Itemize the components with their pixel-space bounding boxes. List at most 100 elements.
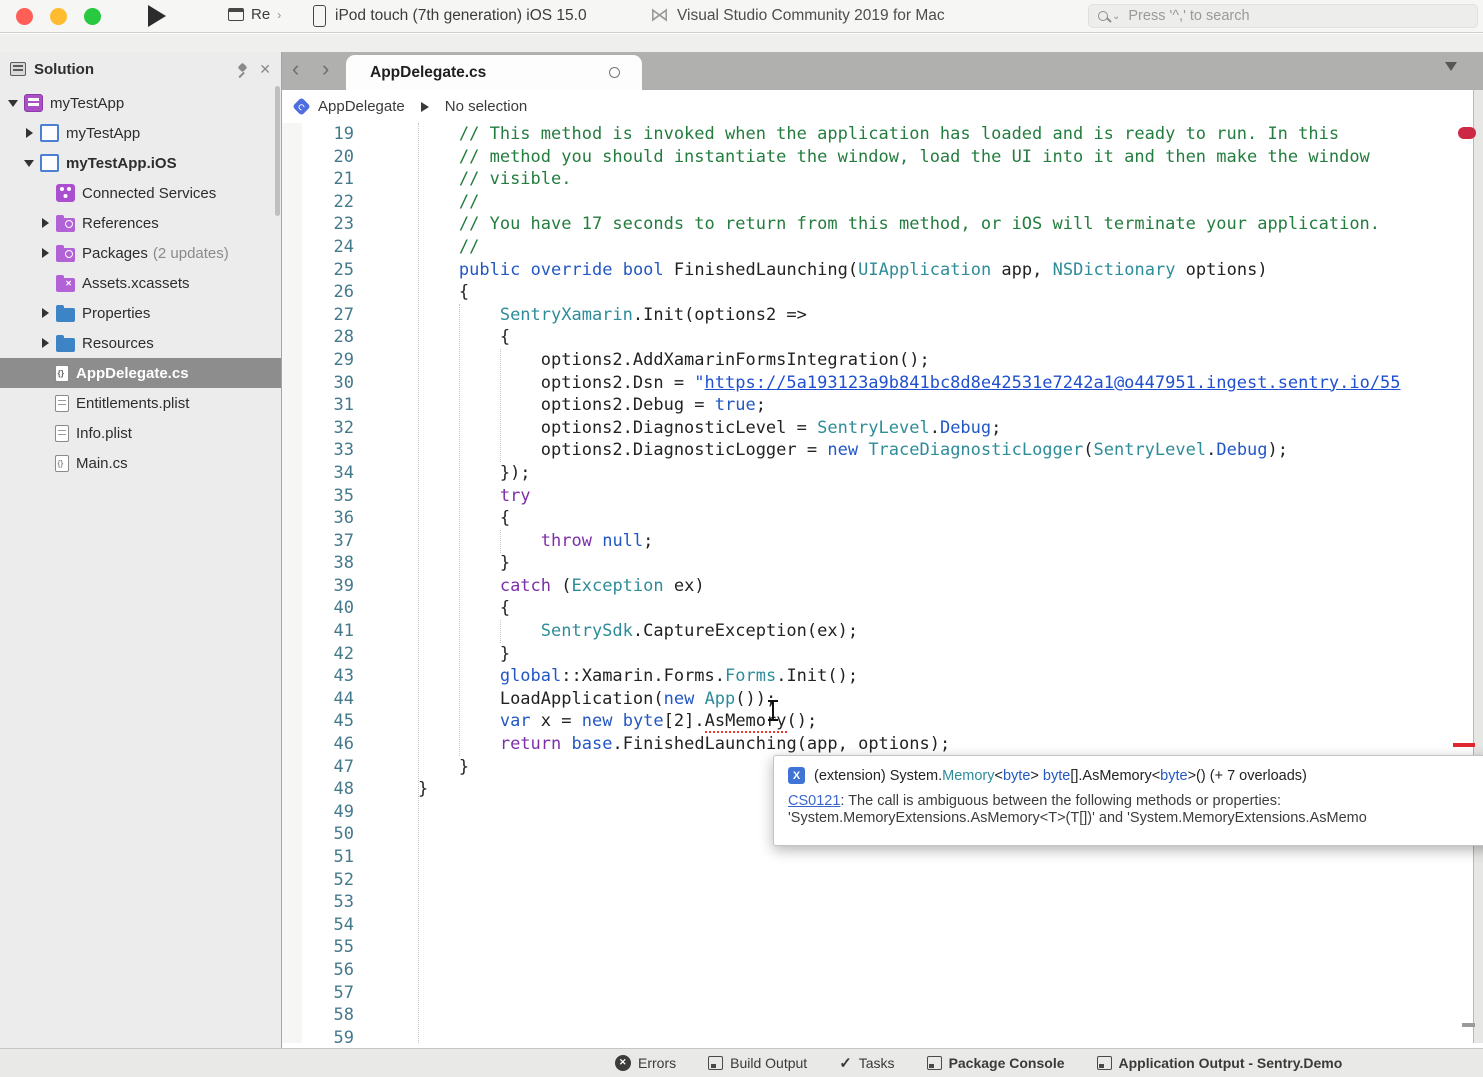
editor-scrollbar[interactable] — [1473, 90, 1483, 1043]
error-indicator-icon[interactable] — [1458, 127, 1476, 139]
breadcrumb-selection[interactable]: No selection — [445, 98, 528, 115]
code-text: try — [377, 485, 531, 508]
configuration-label: Re — [251, 6, 270, 23]
code-line[interactable]: 25 public override bool FinishedLaunchin… — [282, 259, 1483, 282]
code-line[interactable]: 51 — [282, 846, 1483, 869]
sidebar-item-packages[interactable]: Packages(2 updates) — [0, 238, 281, 268]
disclosure-down-icon[interactable] — [22, 160, 36, 167]
folder-icon — [56, 338, 75, 352]
tab-appdelegate[interactable]: AppDelegate.cs — [346, 55, 642, 90]
scrollbar-caret-marker — [1462, 1023, 1475, 1027]
sidebar-item-mytestapp-ios[interactable]: myTestApp.iOS — [0, 148, 281, 178]
sidebar-item-properties[interactable]: Properties — [0, 298, 281, 328]
sidebar-item-suffix: (2 updates) — [153, 245, 229, 262]
sidebar-item-mytestapp[interactable]: myTestApp — [0, 88, 281, 118]
code-line[interactable]: 57 — [282, 982, 1483, 1005]
line-number: 19 — [302, 123, 354, 146]
code-line[interactable]: 21 // visible. — [282, 168, 1483, 191]
code-text: // visible. — [377, 168, 571, 191]
disclosure-right-icon[interactable] — [22, 128, 36, 138]
sidebar-item-main-cs[interactable]: Main.cs — [0, 448, 281, 478]
code-line[interactable]: 59 — [282, 1027, 1483, 1043]
code-line[interactable]: 36 { — [282, 507, 1483, 530]
code-line[interactable]: 30 options2.Dsn = "https://5a193123a9b84… — [282, 372, 1483, 395]
code-line[interactable]: 40 { — [282, 597, 1483, 620]
line-number: 29 — [302, 349, 354, 372]
code-line[interactable]: 31 options2.Debug = true; — [282, 394, 1483, 417]
statusbar-item-application-output-sentry-demo[interactable]: Application Output - Sentry.Demo — [1097, 1055, 1343, 1071]
code-line[interactable]: 46 return base.FinishedLaunching(app, op… — [282, 733, 1483, 756]
assets-folder-icon — [56, 278, 75, 292]
navigate-forward-button[interactable]: › — [322, 56, 329, 82]
sidebar-item-resources[interactable]: Resources — [0, 328, 281, 358]
code-line[interactable]: 38 } — [282, 552, 1483, 575]
run-button[interactable] — [148, 5, 166, 27]
disclosure-right-icon[interactable] — [38, 308, 52, 318]
code-line[interactable]: 33 options2.DiagnosticLogger = new Trace… — [282, 439, 1483, 462]
code-line[interactable]: 54 — [282, 914, 1483, 937]
statusbar-item-tasks[interactable]: ✓Tasks — [839, 1054, 894, 1072]
code-line[interactable]: 45 var x = new byte[2].AsMemory(); — [282, 710, 1483, 733]
pin-icon[interactable] — [237, 62, 251, 76]
configuration-selector[interactable]: Re › — [228, 6, 281, 23]
scrollbar-error-marker[interactable] — [1453, 743, 1475, 747]
minimize-window-button[interactable] — [50, 8, 67, 25]
code-line[interactable]: 39 catch (Exception ex) — [282, 575, 1483, 598]
code-line[interactable]: 37 throw null; — [282, 530, 1483, 553]
navigate-back-button[interactable]: ‹ — [292, 56, 299, 82]
sidebar-item-label: AppDelegate.cs — [76, 365, 189, 382]
device-selector[interactable]: iPod touch (7th generation) iOS 15.0 — [313, 4, 587, 27]
code-line[interactable]: 27 SentryXamarin.Init(options2 => — [282, 304, 1483, 327]
code-line[interactable]: 35 try — [282, 485, 1483, 508]
disclosure-right-icon[interactable] — [38, 248, 52, 258]
sidebar-item-connected-services[interactable]: Connected Services — [0, 178, 281, 208]
statusbar-item-label: Tasks — [859, 1055, 895, 1071]
code-line[interactable]: 34 }); — [282, 462, 1483, 485]
search-input[interactable]: ⌄ Press '^,' to search — [1088, 4, 1478, 28]
statusbar-item-package-console[interactable]: Package Console — [927, 1055, 1065, 1071]
search-placeholder: Press '^,' to search — [1128, 8, 1249, 24]
error-code-link[interactable]: CS0121 — [788, 793, 840, 809]
sidebar-item-entitlements-plist[interactable]: Entitlements.plist — [0, 388, 281, 418]
sidebar-item-appdelegate-cs[interactable]: AppDelegate.cs — [0, 358, 281, 388]
disclosure-right-icon[interactable] — [38, 338, 52, 348]
code-line[interactable]: 42 } — [282, 643, 1483, 666]
code-line[interactable]: 20 // method you should instantiate the … — [282, 146, 1483, 169]
disclosure-down-icon[interactable] — [6, 100, 20, 107]
code-line[interactable]: 19 // This method is invoked when the ap… — [282, 123, 1483, 146]
code-editor[interactable]: 19 // This method is invoked when the ap… — [282, 123, 1483, 1043]
statusbar-item-errors[interactable]: Errors — [615, 1055, 676, 1071]
code-text: { — [377, 597, 510, 620]
sidebar-item-assets-xcassets[interactable]: Assets.xcassets — [0, 268, 281, 298]
code-line[interactable]: 43 global::Xamarin.Forms.Forms.Init(); — [282, 665, 1483, 688]
statusbar-item-build-output[interactable]: Build Output — [708, 1055, 807, 1071]
code-line[interactable]: 32 options2.DiagnosticLevel = SentryLeve… — [282, 417, 1483, 440]
zoom-window-button[interactable] — [84, 8, 101, 25]
code-line[interactable]: 41 SentrySdk.CaptureException(ex); — [282, 620, 1483, 643]
disclosure-right-icon[interactable] — [38, 218, 52, 228]
breadcrumb-class[interactable]: AppDelegate — [318, 98, 405, 115]
code-line[interactable]: 44 LoadApplication(new App()); — [282, 688, 1483, 711]
code-line[interactable]: 28 { — [282, 326, 1483, 349]
close-window-button[interactable] — [16, 8, 33, 25]
close-icon[interactable]: ✕ — [259, 61, 271, 78]
line-number: 28 — [302, 326, 354, 349]
sidebar-scrollbar[interactable] — [275, 86, 280, 216]
code-line[interactable]: 29 options2.AddXamarinFormsIntegration()… — [282, 349, 1483, 372]
code-line[interactable]: 23 // You have 17 seconds to return from… — [282, 213, 1483, 236]
sidebar-item-info-plist[interactable]: Info.plist — [0, 418, 281, 448]
code-line[interactable]: 26 { — [282, 281, 1483, 304]
tab-list-dropdown[interactable] — [1445, 62, 1457, 71]
code-line[interactable]: 56 — [282, 959, 1483, 982]
code-line[interactable]: 55 — [282, 936, 1483, 959]
console-icon — [927, 1056, 942, 1070]
code-line[interactable]: 53 — [282, 891, 1483, 914]
code-line[interactable]: 58 — [282, 1004, 1483, 1027]
sidebar-item-mytestapp[interactable]: myTestApp — [0, 118, 281, 148]
error-message-text: : The call is ambiguous between the foll… — [840, 793, 1281, 809]
code-line[interactable]: 52 — [282, 869, 1483, 892]
line-number: 40 — [302, 597, 354, 620]
code-line[interactable]: 24 // — [282, 236, 1483, 259]
code-line[interactable]: 22 // — [282, 191, 1483, 214]
sidebar-item-references[interactable]: References — [0, 208, 281, 238]
